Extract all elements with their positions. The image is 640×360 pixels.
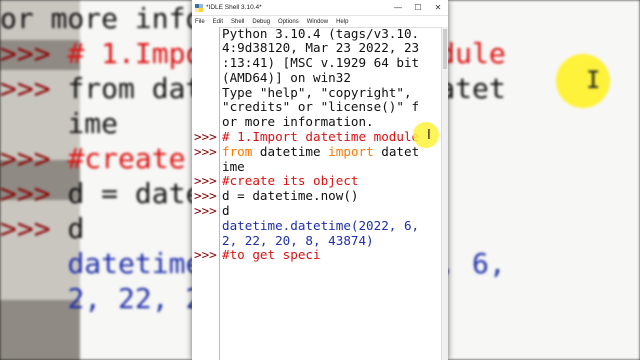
code-comment: # 1.Import datetime module: [222, 129, 420, 145]
background-line: ime: [67, 107, 119, 140]
code-text: datetime: [252, 143, 329, 159]
scrollbar-thumb[interactable]: [443, 29, 447, 69]
maximize-button[interactable]: ☐: [408, 3, 428, 12]
menu-debug[interactable]: Debug: [252, 19, 270, 25]
code-text: d: [222, 203, 230, 219]
menu-file[interactable]: File: [195, 19, 205, 25]
code-text: ime: [222, 158, 245, 174]
prompt: >>>: [194, 247, 217, 263]
banner-line: :13:41) [MSC v.1929 64 bit: [222, 55, 420, 71]
background-line: d: [67, 212, 85, 245]
close-button[interactable]: ✕: [428, 3, 448, 12]
code-text: datet: [373, 143, 420, 159]
code-keyword: import: [328, 143, 374, 159]
code-comment: #create its object: [222, 173, 359, 189]
banner-line: Python 3.10.4 (tags/v3.10.: [222, 27, 420, 41]
background-cursor-icon: I: [586, 66, 601, 94]
minimize-button[interactable]: —: [388, 3, 408, 12]
vertical-scrollbar[interactable]: [441, 27, 448, 360]
text-cursor-icon: I: [427, 128, 431, 143]
menu-options[interactable]: Options: [278, 19, 299, 25]
shell-body: >>> >>> >>> >>> >>> >>> Python 3.10.4 (t…: [192, 27, 448, 360]
prompt: >>>: [194, 143, 217, 159]
cursor-highlight: [413, 122, 439, 148]
shell-text-area[interactable]: Python 3.10.4 (tags/v3.10. 4:9d38120, Ma…: [222, 27, 448, 360]
code-output: datetime.datetime(2022, 6,: [222, 217, 420, 233]
code-keyword: from: [222, 143, 253, 159]
code-comment: #to get speci: [222, 247, 321, 263]
banner-line: Type "help", "copyright",: [222, 84, 412, 100]
code-text: d = datetime.now(): [222, 188, 359, 204]
prompt-gutter: >>> >>> >>> >>> >>> >>>: [192, 27, 220, 360]
code-output: 2, 22, 20, 8, 43874): [222, 232, 374, 248]
banner-line: or more information.: [222, 114, 374, 130]
idle-shell-window[interactable]: *IDLE Shell 3.10.4* — ☐ ✕ File Edit Shel…: [192, 0, 448, 360]
banner-line: "credits" or "license()" f: [222, 99, 420, 115]
prompt: >>>: [194, 173, 217, 189]
prompt: >>>: [194, 203, 217, 219]
menu-window[interactable]: Window: [307, 19, 328, 25]
title-bar[interactable]: *IDLE Shell 3.10.4* — ☐ ✕: [192, 0, 448, 16]
window-title: *IDLE Shell 3.10.4*: [206, 4, 262, 11]
prompt: >>>: [194, 129, 217, 145]
menu-help[interactable]: Help: [336, 19, 348, 25]
prompt: >>>: [194, 188, 217, 204]
menu-edit[interactable]: Edit: [213, 19, 223, 25]
banner-line: (AMD64)] on win32: [222, 69, 351, 85]
python-app-icon: [195, 3, 203, 12]
menu-shell[interactable]: Shell: [231, 19, 244, 25]
banner-line: 4:9d38120, Mar 23 2022, 23: [222, 40, 420, 56]
background-highlight: [556, 54, 610, 108]
